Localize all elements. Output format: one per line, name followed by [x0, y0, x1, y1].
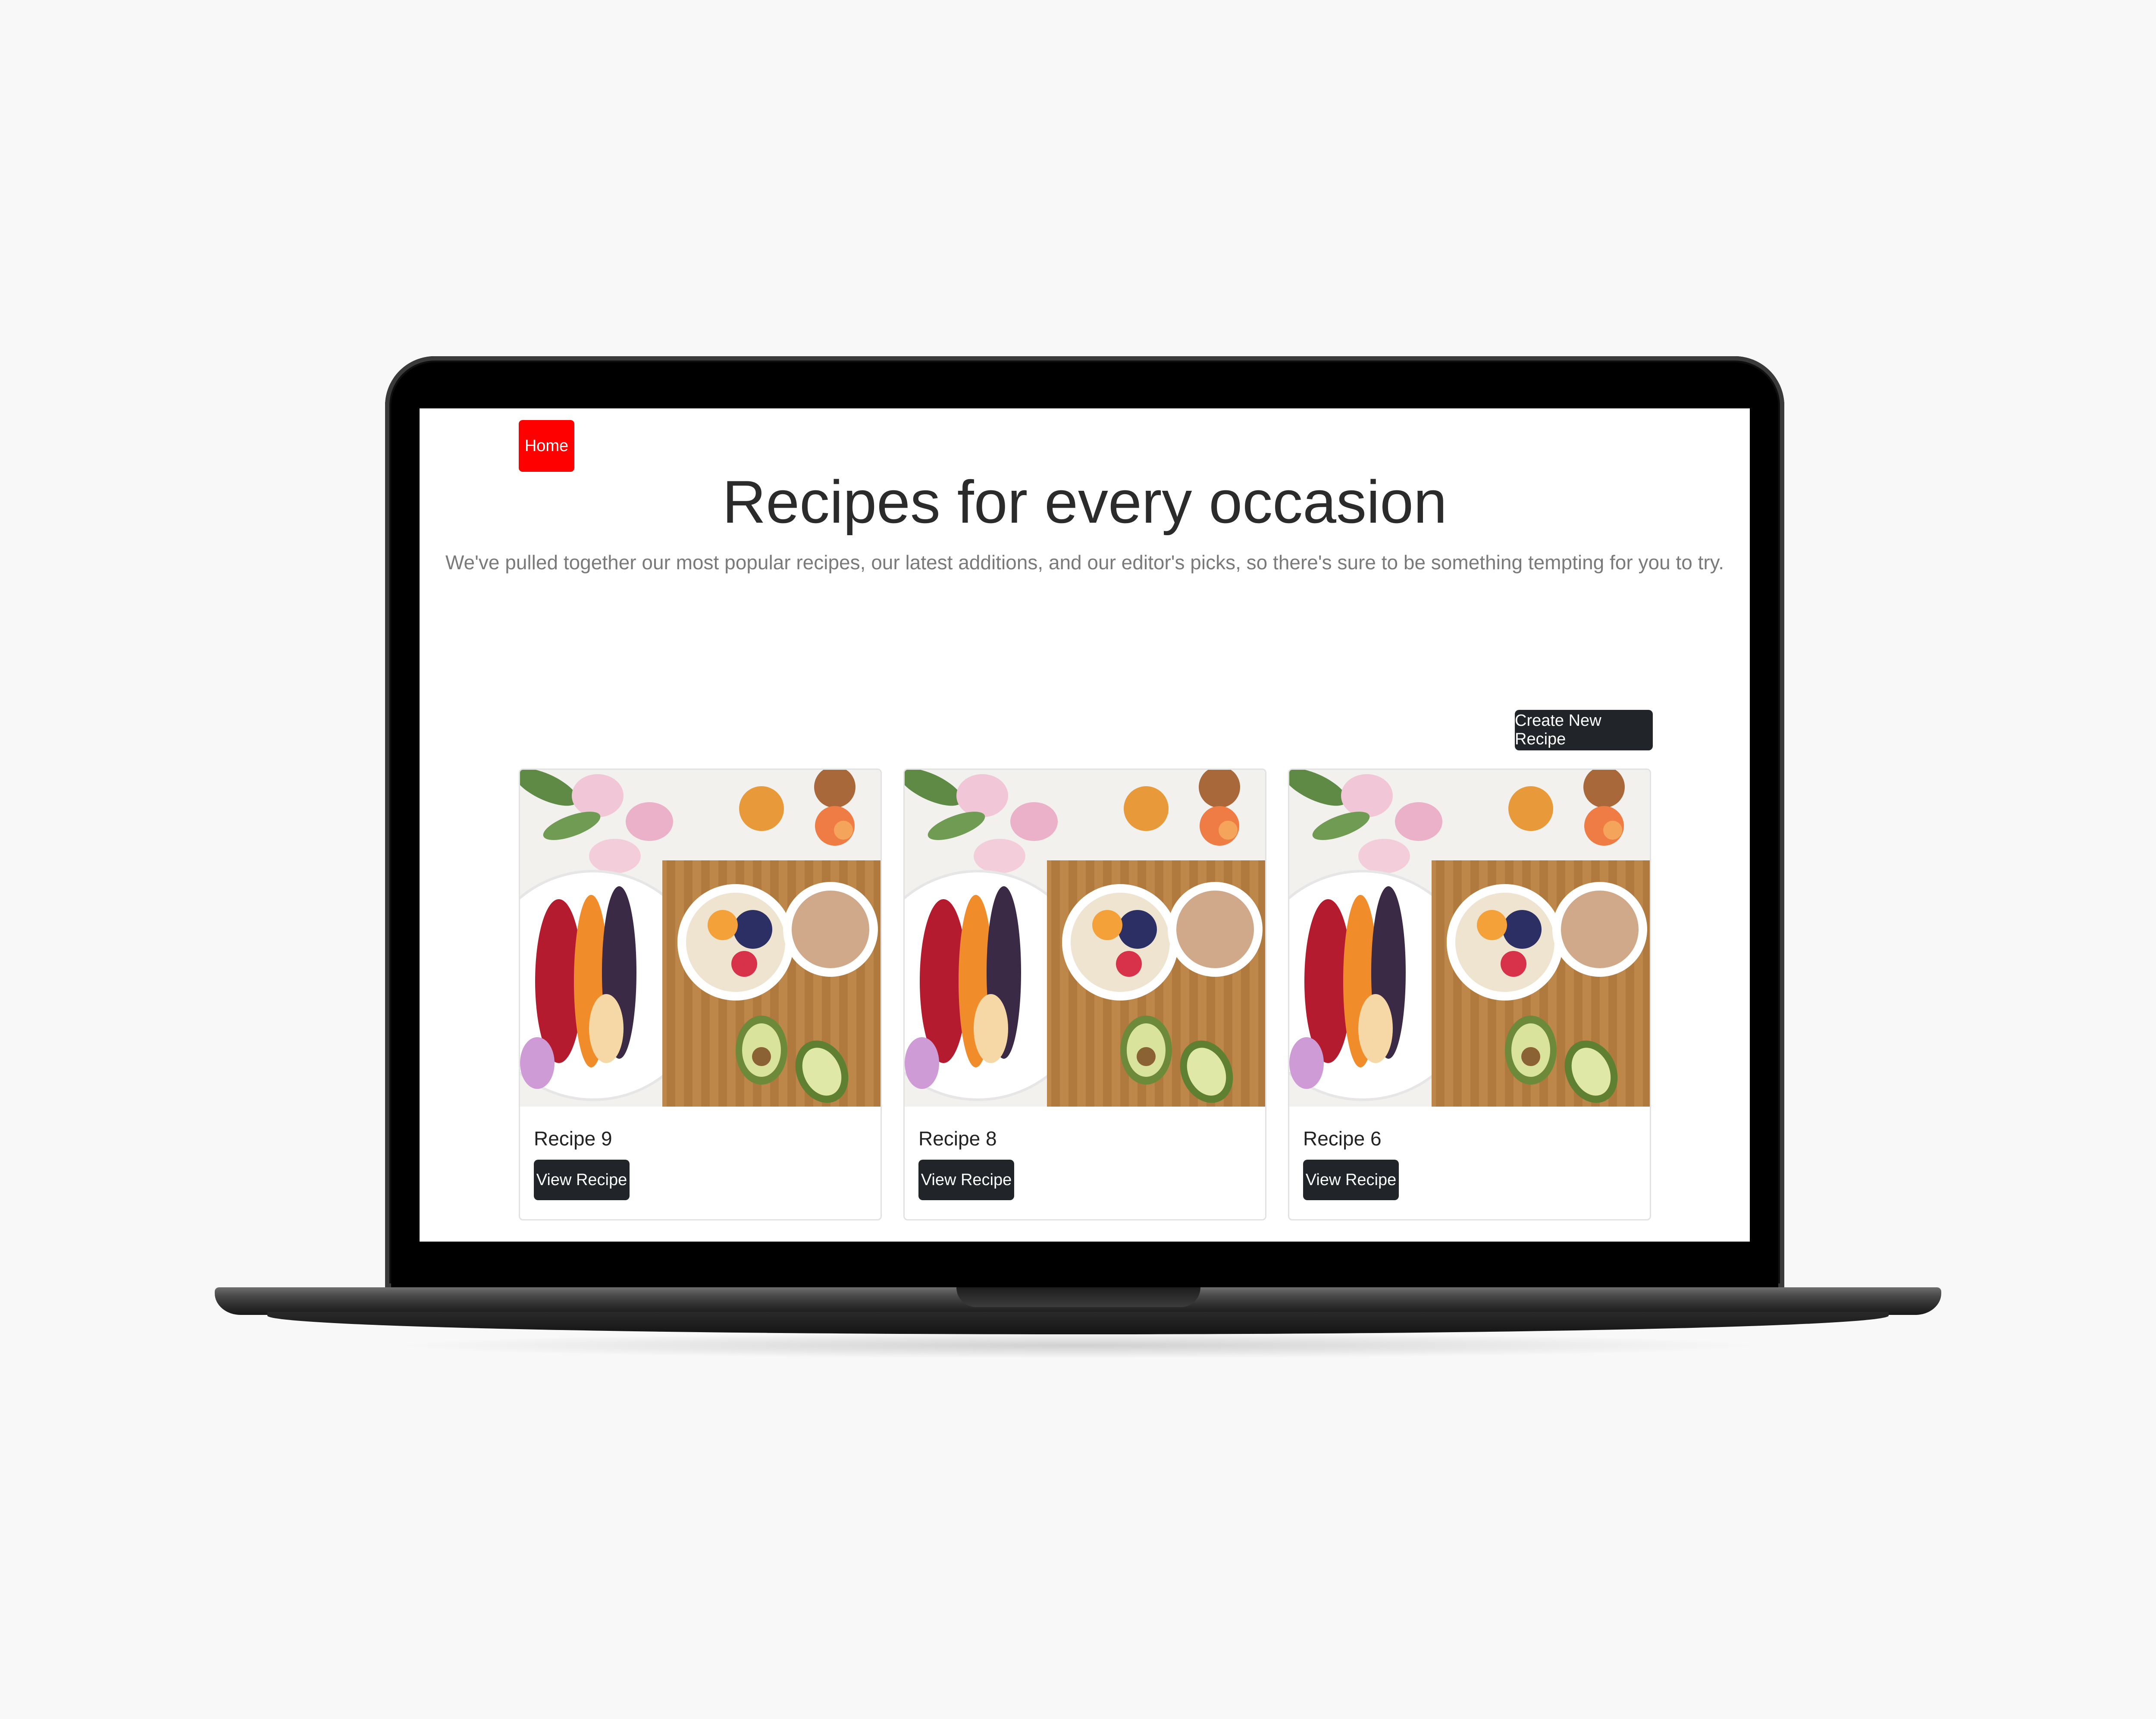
- laptop-base-bottom: [267, 1312, 1889, 1334]
- recipe-title: Recipe 6: [1303, 1127, 1382, 1150]
- create-new-recipe-button[interactable]: Create New Recipe: [1515, 710, 1653, 750]
- recipe-card: Recipe 9 View Recipe: [519, 769, 882, 1220]
- laptop-shadow: [388, 1333, 1768, 1358]
- view-recipe-button[interactable]: View Recipe: [918, 1160, 1014, 1200]
- laptop-notch: [956, 1287, 1200, 1307]
- recipe-title: Recipe 9: [534, 1127, 612, 1150]
- recipe-image: [1289, 770, 1650, 1107]
- page-subtitle: We've pulled together our most popular r…: [445, 551, 1724, 574]
- recipe-card: Recipe 6 View Recipe: [1288, 769, 1651, 1220]
- page-title: Recipes for every occasion: [722, 468, 1447, 536]
- browser-viewport: Home Recipes for every occasion We've pu…: [420, 408, 1750, 1242]
- recipe-image: [520, 770, 881, 1107]
- recipe-title: Recipe 8: [918, 1127, 997, 1150]
- recipe-card: Recipe 8 View Recipe: [903, 769, 1266, 1220]
- view-recipe-button[interactable]: View Recipe: [534, 1160, 630, 1200]
- view-recipe-button[interactable]: View Recipe: [1303, 1160, 1399, 1200]
- home-button[interactable]: Home: [519, 420, 574, 472]
- recipe-image: [905, 770, 1265, 1107]
